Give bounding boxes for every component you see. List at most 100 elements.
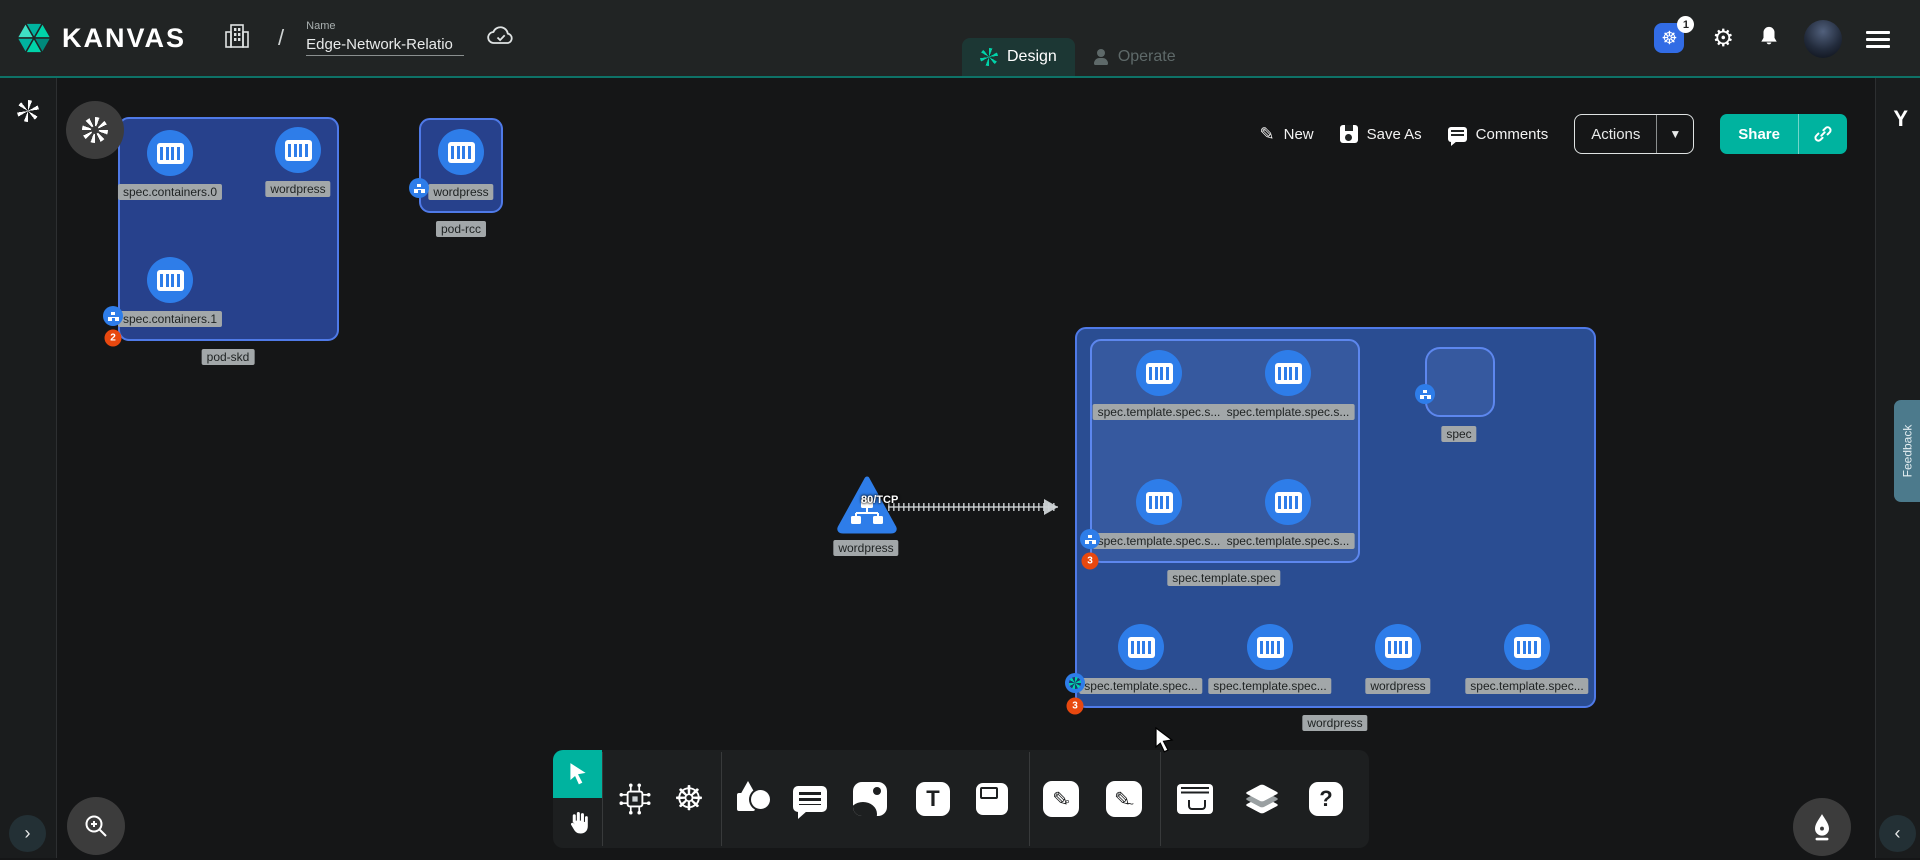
network-icon: [108, 312, 119, 321]
container-node[interactable]: [1265, 350, 1311, 396]
pod-skd-error-badge[interactable]: 2: [105, 330, 122, 347]
group-label: pod-skd: [202, 349, 255, 365]
container-node[interactable]: [147, 257, 193, 303]
container-node[interactable]: [1247, 624, 1293, 670]
magnifier-plus-icon: [83, 813, 109, 839]
container-node[interactable]: [147, 130, 193, 176]
container-node[interactable]: [1136, 350, 1182, 396]
kanvas-logo[interactable]: KANVAS: [0, 20, 186, 56]
components-tool-button[interactable]: [616, 780, 654, 818]
network-icon: [1420, 390, 1431, 399]
network-icon: [414, 184, 425, 193]
comment-icon: [1448, 127, 1467, 142]
pencil-squiggle-icon: ✎~: [1106, 781, 1142, 817]
save-as-button[interactable]: Save As: [1340, 125, 1422, 143]
save-as-label: Save As: [1367, 126, 1422, 143]
tab-operate-label: Operate: [1118, 48, 1176, 66]
service-node[interactable]: [836, 476, 898, 539]
design-canvas[interactable]: › Y ‹ Feedback ✎ New Save As: [0, 78, 1920, 858]
mouse-cursor: [1152, 727, 1176, 753]
actions-split-button[interactable]: Actions ▼: [1574, 114, 1694, 154]
settings-gear-icon[interactable]: ⚙: [1712, 27, 1734, 51]
pod-skd-relationship-badge[interactable]: [103, 306, 123, 326]
cloud-sync-icon[interactable]: [486, 24, 516, 53]
kubernetes-context-button[interactable]: ☸ 1: [1654, 23, 1688, 55]
cluster-flower-button[interactable]: [66, 101, 124, 159]
new-label: New: [1284, 126, 1314, 143]
node-label: wordpress: [1365, 678, 1430, 694]
pan-tool-button[interactable]: [553, 799, 602, 847]
text-tool-button[interactable]: T: [916, 782, 950, 816]
organization-icon[interactable]: [224, 22, 250, 55]
pen-line-icon: ✎°: [1043, 781, 1079, 817]
save-icon: [1340, 125, 1358, 143]
brand-name: KANVAS: [62, 23, 186, 54]
kanvas-hexagon-icon: [16, 20, 52, 56]
ink-pen-button[interactable]: [1793, 798, 1851, 856]
new-button[interactable]: ✎ New: [1260, 124, 1314, 145]
notifications-bell-icon[interactable]: [1758, 25, 1780, 54]
node-label: spec.template.spec...: [1079, 678, 1202, 694]
group-label: spec.template.spec: [1167, 570, 1280, 586]
shapes-tool-button[interactable]: [735, 781, 771, 817]
spec-node[interactable]: [1425, 347, 1495, 417]
actions-caret-icon[interactable]: ▼: [1657, 115, 1693, 153]
pod-rcc-relationship-badge[interactable]: [409, 178, 429, 198]
container-node[interactable]: [1375, 624, 1421, 670]
operate-person-icon: [1093, 49, 1109, 65]
question-mark-icon: ?: [1309, 782, 1343, 816]
container-node[interactable]: [275, 127, 321, 173]
expand-left-panel-button[interactable]: ›: [9, 815, 46, 852]
node-label: spec: [1441, 426, 1476, 442]
expand-right-panel-button[interactable]: ‹: [1879, 815, 1916, 852]
mode-tabs: Design Operate: [962, 38, 1194, 76]
layers-icon: [1243, 781, 1281, 817]
drawer-tool-button[interactable]: [1177, 784, 1213, 814]
container-node[interactable]: [1265, 479, 1311, 525]
container-node[interactable]: [438, 129, 484, 175]
copy-link-icon[interactable]: [1799, 114, 1847, 154]
comments-button[interactable]: Comments: [1448, 126, 1549, 143]
design-spiral-icon: [980, 48, 998, 66]
container-node[interactable]: [1504, 624, 1550, 670]
node-label: wordpress: [265, 181, 330, 197]
feedback-tab[interactable]: Feedback: [1894, 400, 1920, 502]
node-label: spec.containers.0: [118, 184, 222, 200]
deployment-error-badge[interactable]: 3: [1067, 698, 1084, 715]
design-name-input[interactable]: [306, 34, 464, 56]
share-split-button[interactable]: Share: [1720, 114, 1847, 154]
group-label: wordpress: [1302, 715, 1367, 731]
note-tool-button[interactable]: [976, 783, 1008, 815]
meshery-spinner-icon: [17, 100, 39, 122]
help-tool-button[interactable]: ?: [1309, 782, 1343, 816]
zoom-search-button[interactable]: [67, 797, 125, 855]
nested-relationship-badge[interactable]: [1080, 529, 1100, 549]
hamburger-menu-icon[interactable]: [1866, 31, 1890, 48]
node-label: wordpress: [428, 184, 493, 200]
deployment-meshery-badge[interactable]: [1065, 673, 1085, 693]
layers-tool-button[interactable]: [1243, 781, 1281, 817]
select-tool-button[interactable]: [553, 750, 602, 798]
node-label: spec.template.spec.s...: [1093, 404, 1226, 420]
edge-port-label[interactable]: 80/TCP: [861, 494, 898, 506]
comment-tool-button[interactable]: [793, 786, 827, 812]
node-label: spec.template.spec.s...: [1222, 533, 1355, 549]
image-tool-button[interactable]: [853, 782, 887, 816]
user-avatar[interactable]: [1804, 20, 1842, 58]
container-icon: [1146, 492, 1173, 513]
pen-nib-icon: [1809, 813, 1835, 841]
tab-design[interactable]: Design: [962, 38, 1075, 76]
spec-relationship-badge[interactable]: [1415, 384, 1435, 404]
design-name-field: Name: [306, 20, 464, 56]
freehand-draw-tool-button[interactable]: ✎~: [1106, 781, 1142, 817]
validate-y-icon: Y: [1893, 106, 1908, 132]
container-node[interactable]: [1118, 624, 1164, 670]
container-icon: [1385, 637, 1412, 658]
container-icon: [1128, 637, 1155, 658]
container-node[interactable]: [1136, 479, 1182, 525]
kubernetes-tool-button[interactable]: ☸: [674, 782, 704, 816]
container-icon: [1257, 637, 1284, 658]
nested-error-badge[interactable]: 3: [1082, 553, 1099, 570]
edge-pen-tool-button[interactable]: ✎°: [1043, 781, 1079, 817]
tab-operate[interactable]: Operate: [1075, 38, 1194, 76]
